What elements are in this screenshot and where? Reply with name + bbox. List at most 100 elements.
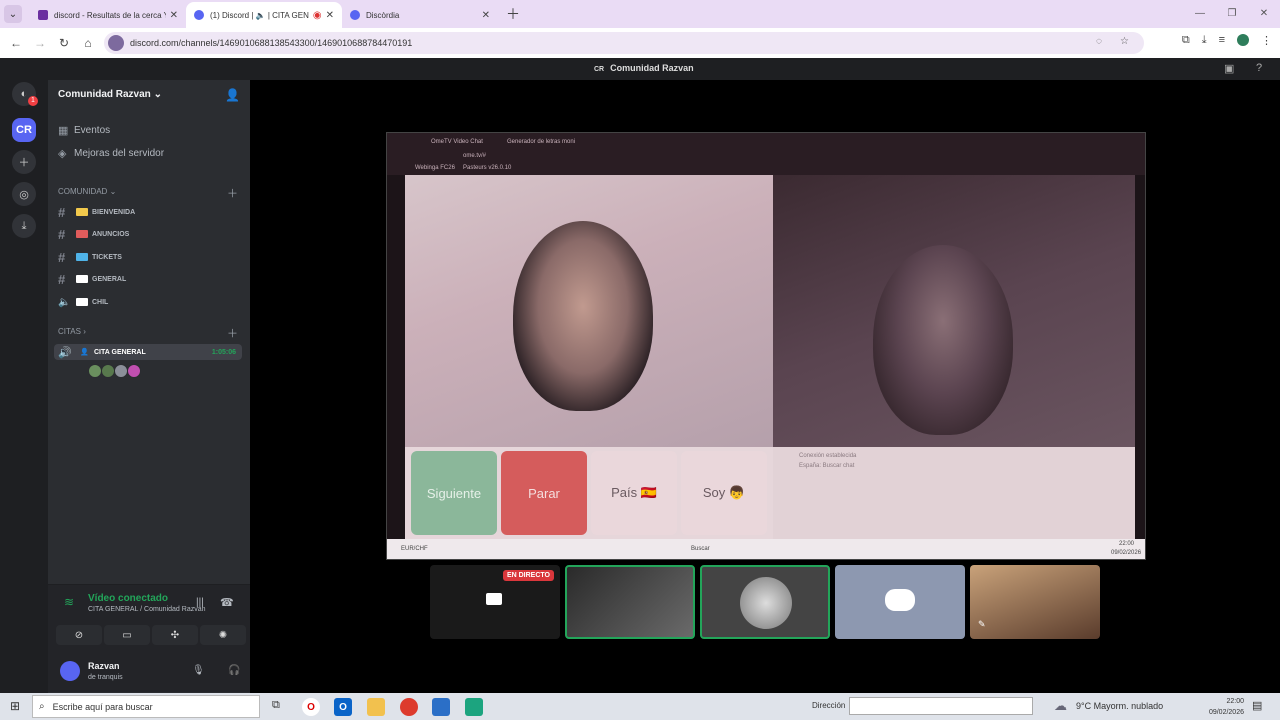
avatar[interactable] (127, 364, 141, 378)
channel-tickets[interactable]: # TICKETS (58, 249, 122, 265)
task-view-icon[interactable]: ⧉ (272, 699, 280, 712)
url-text[interactable]: discord.com/channels/1469010688138543300… (130, 38, 412, 48)
text-channel-icon: # (58, 226, 66, 242)
activities-button[interactable]: ✣ (152, 625, 198, 645)
country-button[interactable]: País 🇪🇸 (591, 451, 677, 535)
close-window-icon[interactable]: ✕ (1248, 0, 1280, 28)
headphones-icon[interactable]: 🎧 (228, 665, 240, 676)
home-icon[interactable]: ⌂ (76, 36, 100, 50)
voice-detail[interactable]: CITA GENERAL / Comunidad Razvan (88, 606, 206, 613)
back-icon[interactable]: ← (4, 36, 28, 50)
noise-icon[interactable]: ||| (196, 597, 204, 608)
download-apps-icon[interactable]: ⤓ (12, 214, 36, 238)
window-controls: — ❐ ✕ (1184, 0, 1280, 28)
address-bar[interactable]: discord.com/channels/1469010688138543300… (104, 32, 1144, 54)
taskbar-search[interactable]: ⌕ Escribe aquí para buscar (32, 695, 260, 718)
share-screen-button[interactable]: ▭ (104, 625, 150, 645)
forward-icon[interactable]: → (28, 36, 52, 50)
tab-title: discord - Resultats de la cerca Y (54, 10, 166, 20)
next-button[interactable]: Siguiente (411, 451, 497, 535)
boost-item[interactable]: ◈ Mejoras del servidor (58, 147, 164, 160)
user-status[interactable]: de tranquis (88, 674, 123, 681)
app-icon[interactable] (465, 698, 483, 716)
avatar[interactable] (101, 364, 115, 378)
site-info-icon[interactable] (108, 35, 124, 51)
channel-sidebar: Comunidad Razvan ⌄ 👤 ▦ Eventos ◈ Mejoras d… (48, 80, 277, 693)
avatar[interactable] (114, 364, 128, 378)
participant-tile[interactable] (835, 565, 965, 639)
create-channel-icon[interactable]: ＋ (227, 185, 238, 201)
media-icon[interactable]: ≡ (1219, 34, 1225, 47)
participant-tile[interactable]: ✎ (970, 565, 1100, 639)
clock[interactable]: 22:00 09/02/2026 (1200, 696, 1244, 718)
store-icon[interactable] (432, 698, 450, 716)
camera-off-button[interactable]: ⊘ (56, 625, 102, 645)
channel-anuncios[interactable]: # ANUNCIOS (58, 226, 129, 242)
tab-search-button[interactable]: ⌄ (4, 5, 22, 23)
category-label: CITAS (58, 327, 81, 336)
stop-button[interactable]: Parar (501, 451, 587, 535)
disconnect-icon[interactable]: ☎ (220, 596, 234, 609)
browser-tab-2[interactable]: (1) Discord | 🔈 | CITA GENERAL ◉ ✕ (186, 2, 342, 28)
avatar[interactable] (88, 364, 102, 378)
browser-tab-1[interactable]: discord - Resultats de la cerca Y ✕ (30, 2, 186, 28)
channel-general[interactable]: # GENERAL (58, 271, 126, 287)
avatar[interactable] (60, 661, 80, 681)
server-title: Comunidad Razvan (610, 63, 694, 73)
participant-tile[interactable] (565, 565, 695, 639)
notification-center-icon[interactable]: ▤ (1252, 699, 1262, 712)
date-text: 09/02/2026 (1208, 709, 1244, 716)
close-tab-icon[interactable]: ✕ (170, 10, 178, 21)
outlook-icon[interactable]: O (334, 698, 352, 716)
extensions-icon[interactable]: ⧉ (1182, 34, 1190, 47)
video-stage: OmeTV Video Chat Generador de letras mon… (250, 80, 1280, 693)
browser-tab-3[interactable]: Discòrdia ✕ (342, 2, 498, 28)
gender-button[interactable]: Soy 👦 (681, 451, 767, 535)
browser-nav-bar: ← → ↻ ⌂ discord.com/channels/14690106881… (0, 28, 1280, 58)
weather-widget[interactable]: 9°C Mayorm. nublado (1076, 701, 1163, 711)
server-name[interactable]: Comunidad Razvan ⌄ (58, 89, 162, 100)
soundboard-button[interactable]: ✺ (200, 625, 246, 645)
chat-box[interactable]: Conexión establecida España: Buscar chat (773, 447, 1135, 539)
channel-bienvenida[interactable]: # BIENVENIDA (58, 204, 135, 220)
tab-title: Discòrdia (366, 10, 400, 20)
inbox-icon[interactable]: ▣ (1224, 62, 1234, 75)
help-icon[interactable]: ? (1256, 62, 1262, 74)
category-comunidad[interactable]: COMUNIDAD ⌄ (58, 187, 116, 196)
windows-start-icon[interactable]: ⊞ (10, 699, 20, 713)
restore-icon[interactable]: ❐ (1216, 0, 1248, 28)
category-label: COMUNIDAD (58, 187, 108, 196)
category-citas[interactable]: CITAS › (58, 327, 86, 336)
screen-share-stream[interactable]: OmeTV Video Chat Generador de letras mon… (386, 132, 1146, 560)
server-icon-comunidad-razvan[interactable]: CR (12, 118, 36, 142)
user-name[interactable]: Razvan (88, 661, 120, 671)
explore-icon[interactable]: ◎ (12, 182, 36, 206)
create-channel-icon[interactable]: ＋ (227, 325, 238, 341)
minimize-icon[interactable]: — (1184, 0, 1216, 28)
microphone-icon[interactable]: 🎙 (192, 665, 205, 676)
voice-status[interactable]: Vídeo conectado (88, 593, 168, 604)
voice-channel-cita-general[interactable]: 🔊 👤 CITA GENERAL 1:05:06 (54, 344, 242, 360)
bookmark-star-icon[interactable]: ☆ (1120, 36, 1129, 47)
participant-tile[interactable]: EN DIRECTO (430, 565, 560, 639)
new-tab-icon[interactable]: ＋ (506, 4, 520, 24)
search-placeholder: Escribe aquí para buscar (52, 701, 153, 712)
downloads-icon[interactable]: ⤓ (1202, 34, 1207, 47)
close-tab-icon[interactable]: ✕ (482, 10, 490, 21)
server-acronym: CR (594, 66, 605, 73)
invite-people-icon[interactable]: 👤 (225, 88, 240, 102)
events-item[interactable]: ▦ Eventos (58, 124, 110, 137)
opera-icon[interactable]: O (302, 698, 320, 716)
chrome-icon[interactable] (400, 698, 418, 716)
window-title: CR Comunidad Razvan (594, 63, 694, 73)
eye-off-icon[interactable]: ◌ (1096, 36, 1102, 47)
add-server-icon[interactable]: ＋ (12, 150, 36, 174)
address-toolbar-input[interactable] (849, 697, 1033, 715)
reload-icon[interactable]: ↻ (52, 36, 76, 50)
channel-chil[interactable]: 🔈 CHIL (58, 294, 108, 310)
close-tab-icon[interactable]: ✕ (326, 10, 334, 21)
file-explorer-icon[interactable] (367, 698, 385, 716)
menu-icon[interactable]: ⋮ (1261, 34, 1272, 47)
profile-avatar[interactable] (1237, 34, 1249, 46)
participant-tile[interactable] (700, 565, 830, 639)
